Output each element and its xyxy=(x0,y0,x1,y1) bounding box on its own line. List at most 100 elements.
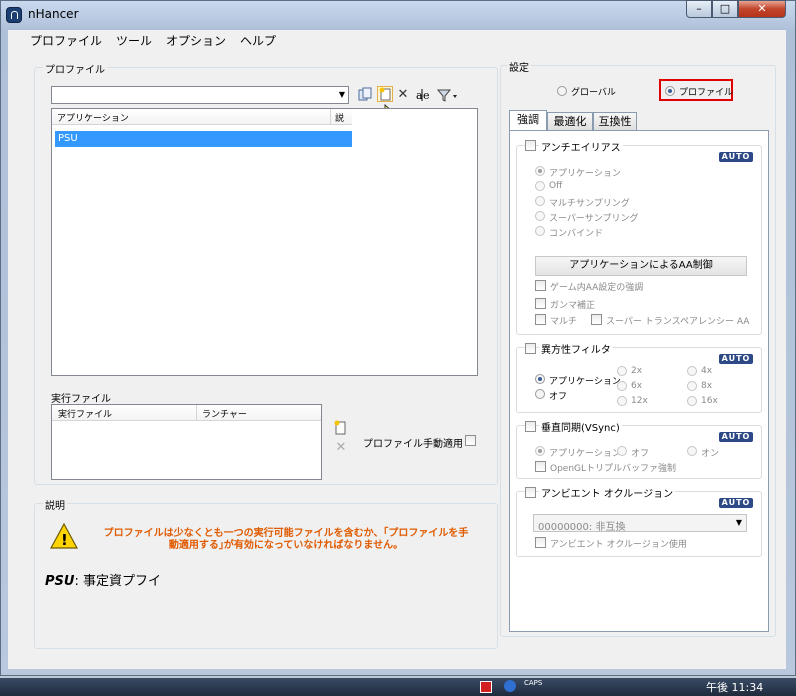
af-option-2x: 2x xyxy=(631,366,643,376)
vsync-radio-application[interactable] xyxy=(535,446,545,456)
aa-radio-multisample[interactable] xyxy=(535,196,545,206)
tray-network-icon[interactable] xyxy=(504,680,516,692)
warning-icon: ! xyxy=(49,522,79,550)
copy-profile-icon[interactable] xyxy=(357,87,373,103)
tab-compat[interactable]: 互換性 xyxy=(593,112,637,130)
aa-radio-supersample[interactable] xyxy=(535,211,545,221)
tray-app-icon[interactable] xyxy=(480,681,492,693)
vsync-option-application: アプリケーション xyxy=(549,449,621,459)
app-icon xyxy=(6,7,22,23)
vsync-option-on: オン xyxy=(701,449,720,459)
tab-enhance[interactable]: 強調 xyxy=(509,110,547,130)
vsync-enable-checkbox[interactable] xyxy=(525,421,536,432)
aa-group: アンチエイリアス AUTO アプリケーション Off マルチサンプリング スーパ… xyxy=(516,139,762,335)
profile-group: プロファイル ▼ ✕ ae アプリケーション 説 PSU 実行ファイル 実行ファ… xyxy=(34,61,498,485)
af-enable-checkbox[interactable] xyxy=(525,343,536,354)
aa-multi-label: マルチ xyxy=(550,317,578,327)
profile-description-text: : 事定資プフイ xyxy=(74,574,161,589)
maximize-button[interactable]: □ xyxy=(712,0,738,18)
delete-profile-icon[interactable]: ✕ xyxy=(395,87,411,103)
ao-enable-checkbox[interactable] xyxy=(525,487,536,498)
remove-exec-icon[interactable]: ✕ xyxy=(333,440,349,456)
menu-help[interactable]: ヘルプ xyxy=(240,32,276,49)
profile-description-name: PSU xyxy=(45,574,75,589)
profile-group-title: プロファイル xyxy=(43,61,107,76)
taskbar: CAPS 午後 11:34 xyxy=(0,678,796,696)
aa-option-off: Off xyxy=(549,181,563,191)
af-group: 異方性フィルタ AUTO アプリケーション オフ 2x 6x 12x 4x 8x… xyxy=(516,341,762,413)
clock[interactable]: 午後 11:34 xyxy=(706,679,763,695)
aa-ingame-label: ゲーム内AA設定の強調 xyxy=(550,283,644,293)
vsync-triple-buffer-checkbox[interactable] xyxy=(535,461,546,472)
chevron-down-icon: ▼ xyxy=(735,518,742,527)
aa-supertrans-checkbox[interactable] xyxy=(591,314,602,325)
af-radio-16x[interactable] xyxy=(687,396,697,406)
close-button[interactable]: ✕ xyxy=(738,0,786,18)
af-radio-2x[interactable] xyxy=(617,366,627,376)
vsync-triple-buffer-label: OpenGLトリプルバッファ強制 xyxy=(550,464,677,474)
menu-options[interactable]: オプション xyxy=(166,32,226,49)
column-exec-file[interactable]: 実行ファイル xyxy=(58,407,112,420)
vsync-auto-badge[interactable]: AUTO xyxy=(719,432,753,442)
add-exec-icon[interactable] xyxy=(333,420,349,436)
title-bar[interactable]: nHancer – □ ✕ xyxy=(0,0,796,30)
manual-apply-label: プロファイル手動適用 xyxy=(363,439,463,450)
aa-option-combined: コンバインド xyxy=(549,229,604,239)
profile-list[interactable]: アプリケーション 説 PSU xyxy=(51,108,478,376)
vsync-radio-off[interactable] xyxy=(617,446,627,456)
new-profile-icon[interactable] xyxy=(377,86,393,102)
profile-combo[interactable]: ▼ xyxy=(51,86,349,104)
af-radio-8x[interactable] xyxy=(687,381,697,391)
aa-title: アンチエイリアス xyxy=(539,139,623,154)
af-option-off: オフ xyxy=(549,392,568,402)
aa-radio-combined[interactable] xyxy=(535,226,545,236)
aa-gamma-checkbox[interactable] xyxy=(535,298,546,309)
aa-app-control-button[interactable]: アプリケーションによるAA制御 xyxy=(535,256,747,276)
aa-auto-badge[interactable]: AUTO xyxy=(719,152,753,162)
radio-global[interactable] xyxy=(557,86,567,96)
settings-tabs: 強調 最適化 互換性 xyxy=(509,110,769,132)
aa-radio-off[interactable] xyxy=(535,181,545,191)
aa-enable-checkbox[interactable] xyxy=(525,140,536,151)
vsync-option-off: オフ xyxy=(631,449,650,459)
profile-list-header: アプリケーション 説 xyxy=(52,109,352,125)
af-radio-application[interactable] xyxy=(535,374,545,384)
af-radio-12x[interactable] xyxy=(617,396,627,406)
radio-global-label: グローバル xyxy=(571,88,616,98)
af-auto-badge[interactable]: AUTO xyxy=(719,354,753,364)
ao-select[interactable]: 00000000: 非互換 ▼ xyxy=(533,514,747,533)
aa-supertrans-label: スーパー トランスペアレンシー AA xyxy=(606,317,750,327)
profile-name: PSU xyxy=(58,133,78,144)
aa-multi-checkbox[interactable] xyxy=(535,314,546,325)
ao-use-checkbox[interactable] xyxy=(535,537,546,548)
warning-message: プロファイルは少なくとも一つの実行可能ファイルを含むか、｢プロファイルを手動適用… xyxy=(103,528,469,551)
aa-ingame-checkbox[interactable] xyxy=(535,280,546,291)
aa-option-multisample: マルチサンプリング xyxy=(549,199,630,209)
manual-apply-checkbox[interactable] xyxy=(465,435,476,446)
ao-title: アンビエント オクルージョン xyxy=(539,485,676,500)
af-option-6x: 6x xyxy=(631,381,643,391)
af-radio-off[interactable] xyxy=(535,389,545,399)
aa-option-application: アプリケーション xyxy=(549,169,621,179)
menu-profile[interactable]: プロファイル xyxy=(30,32,102,49)
rename-profile-icon[interactable]: ae xyxy=(415,87,433,103)
exec-list[interactable]: 実行ファイル ランチャー xyxy=(51,404,322,480)
af-radio-4x[interactable] xyxy=(687,366,697,376)
af-radio-6x[interactable] xyxy=(617,381,627,391)
vsync-title: 垂直同期(VSync) xyxy=(539,419,622,434)
column-launcher[interactable]: ランチャー xyxy=(202,407,247,420)
ao-auto-badge[interactable]: AUTO xyxy=(719,498,753,508)
minimize-button[interactable]: – xyxy=(686,0,712,18)
description-group-title: 説明 xyxy=(43,497,67,512)
column-application[interactable]: アプリケーション xyxy=(57,111,129,124)
list-item[interactable]: PSU xyxy=(55,131,352,147)
tab-optimize[interactable]: 最適化 xyxy=(547,112,593,130)
menu-bar: プロファイル ツール オプション ヘルプ xyxy=(8,30,786,52)
filter-icon[interactable] xyxy=(436,87,459,103)
vsync-radio-on[interactable] xyxy=(687,446,697,456)
exec-list-header: 実行ファイル ランチャー xyxy=(52,405,321,421)
column-description[interactable]: 説 xyxy=(335,111,344,124)
radio-profile[interactable] xyxy=(665,86,675,96)
menu-tools[interactable]: ツール xyxy=(116,32,152,49)
aa-radio-application[interactable] xyxy=(535,166,545,176)
